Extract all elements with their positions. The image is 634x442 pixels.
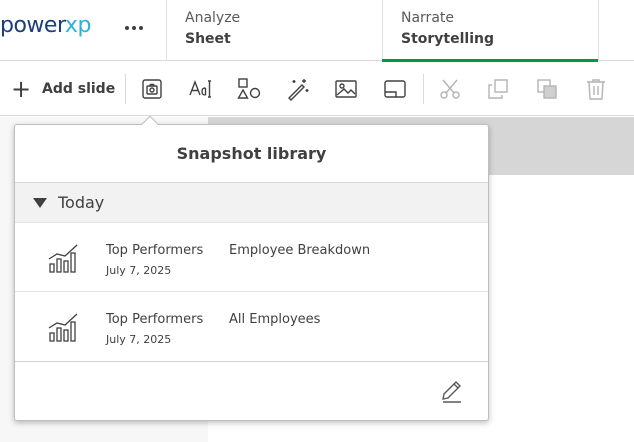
add-slide-label: Add slide xyxy=(42,81,116,97)
text-icon[interactable] xyxy=(187,76,213,102)
popover-footer xyxy=(15,361,488,420)
group-label: Today xyxy=(58,193,105,212)
snapshot-item[interactable]: Top Performers July 7, 2025 All Employee… xyxy=(15,292,488,361)
storytelling-page: powerxp Analyze Sheet Narrate Storytelli… xyxy=(0,0,634,442)
header-divider xyxy=(598,0,599,61)
media-icon[interactable] xyxy=(382,76,408,102)
add-slide-button[interactable]: + Add slide xyxy=(10,76,115,102)
chart-icon xyxy=(48,313,78,342)
cut-icon[interactable] xyxy=(437,76,463,102)
copy-icon[interactable] xyxy=(485,76,511,102)
tab-label-top: Analyze xyxy=(185,10,241,26)
tab-analyze-sheet[interactable]: Analyze Sheet xyxy=(166,0,382,61)
story-toolbar: + Add slide xyxy=(0,62,634,116)
plus-icon: + xyxy=(10,75,32,103)
tab-label-bottom: Sheet xyxy=(185,31,231,47)
tab-label-top: Narrate xyxy=(401,10,454,26)
logo[interactable]: powerxp xyxy=(0,10,91,40)
snapshot-description: All Employees xyxy=(229,312,321,327)
logo-text: powerxp xyxy=(0,12,91,38)
snapshot-title: Top Performers xyxy=(106,312,204,327)
delete-icon[interactable] xyxy=(583,76,609,102)
popover-title: Snapshot library xyxy=(15,125,488,183)
image-icon[interactable] xyxy=(333,76,359,102)
layers-icon[interactable] xyxy=(534,76,560,102)
collapse-triangle-icon[interactable] xyxy=(33,197,47,208)
canvas-margin xyxy=(476,175,634,442)
shapes-icon[interactable] xyxy=(236,76,262,102)
more-options-icon[interactable] xyxy=(122,18,146,38)
snapshot-library-icon[interactable] xyxy=(139,76,165,102)
edit-pencil-icon[interactable] xyxy=(439,379,465,405)
tab-label-bottom: Storytelling xyxy=(401,31,494,47)
snapshot-description: Employee Breakdown xyxy=(229,243,371,258)
snapshot-date: July 7, 2025 xyxy=(106,333,172,346)
tab-narrate-storytelling[interactable]: Narrate Storytelling xyxy=(382,0,598,62)
magic-wand-icon[interactable] xyxy=(285,76,311,102)
snapshot-library-popover: Snapshot library Today Top Performers Ju… xyxy=(14,124,489,421)
toolbar-separator xyxy=(125,74,126,104)
snapshot-item[interactable]: Top Performers July 7, 2025 Employee Bre… xyxy=(15,223,488,292)
app-header: powerxp Analyze Sheet Narrate Storytelli… xyxy=(0,0,634,62)
snapshot-date: July 7, 2025 xyxy=(106,264,172,277)
snapshot-title: Top Performers xyxy=(106,243,204,258)
chart-icon xyxy=(48,244,78,273)
toolbar-separator xyxy=(423,74,424,104)
group-header-today[interactable]: Today xyxy=(15,183,488,223)
